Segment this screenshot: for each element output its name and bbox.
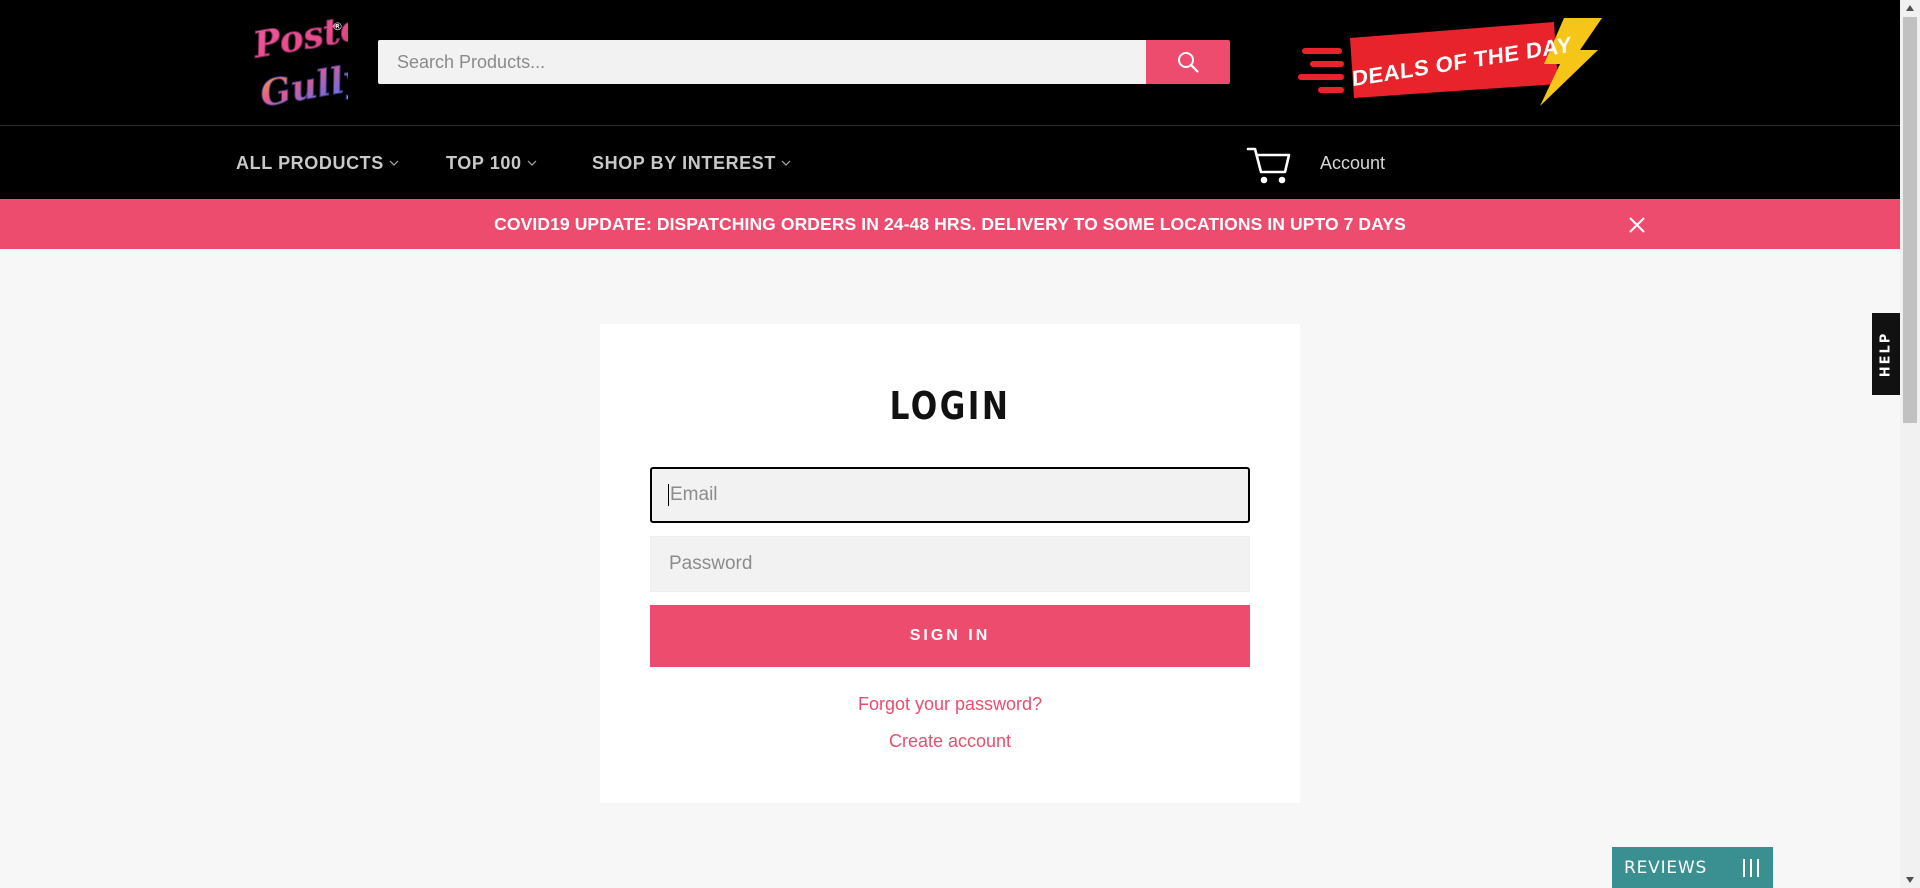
cart-icon[interactable] xyxy=(1246,144,1292,186)
scroll-down-arrow-icon[interactable] xyxy=(1905,876,1915,884)
close-icon xyxy=(1629,217,1645,233)
text-caret xyxy=(668,484,669,506)
search-bar xyxy=(378,40,1230,84)
chevron-down-icon xyxy=(389,159,399,167)
help-tab-label: HELP xyxy=(1878,331,1894,377)
reviews-tab[interactable]: REVIEWS xyxy=(1612,847,1773,888)
chevron-down-icon xyxy=(781,159,791,167)
sign-in-button[interactable]: SIGN IN xyxy=(650,605,1250,667)
scroll-up-arrow-icon[interactable] xyxy=(1905,4,1915,12)
logo-registered-mark: ® xyxy=(332,20,343,33)
nav-shop-by-interest-label: SHOP BY INTEREST xyxy=(592,152,776,173)
search-icon xyxy=(1178,52,1199,73)
announcement-text: COVID19 UPDATE: DISPATCHING ORDERS IN 24… xyxy=(494,213,1406,234)
logo-text-line1: Poster xyxy=(249,4,348,67)
nav-all-products[interactable]: ALL PRODUCTS xyxy=(236,150,399,176)
announcement-bar: COVID19 UPDATE: DISPATCHING ORDERS IN 24… xyxy=(0,199,1900,249)
forgot-password-link[interactable]: Forgot your password? xyxy=(600,691,1300,717)
reviews-tab-label: REVIEWS xyxy=(1624,857,1708,878)
scrollbar-thumb[interactable] xyxy=(1903,17,1917,423)
nav-all-products-label: ALL PRODUCTS xyxy=(236,152,384,173)
bars-icon xyxy=(1743,859,1759,877)
search-input[interactable] xyxy=(378,40,1146,84)
account-link[interactable]: Account xyxy=(1320,150,1385,176)
email-field[interactable] xyxy=(650,467,1250,523)
password-field[interactable] xyxy=(650,536,1250,592)
create-account-link[interactable]: Create account xyxy=(600,728,1300,754)
announcement-close-button[interactable] xyxy=(1626,214,1648,236)
nav-top-100-label: TOP 100 xyxy=(446,152,522,173)
chevron-down-icon xyxy=(527,159,537,167)
help-tab[interactable]: HELP xyxy=(1872,313,1900,395)
page-title: LOGIN xyxy=(889,384,1011,428)
logo-text-line2: Gully xyxy=(257,56,348,116)
poster-gully-logo[interactable]: Poster Gully ® xyxy=(248,4,348,119)
search-button[interactable] xyxy=(1146,40,1230,84)
nav-shop-by-interest[interactable]: SHOP BY INTEREST xyxy=(592,150,791,176)
nav-top-100[interactable]: TOP 100 xyxy=(446,150,537,176)
